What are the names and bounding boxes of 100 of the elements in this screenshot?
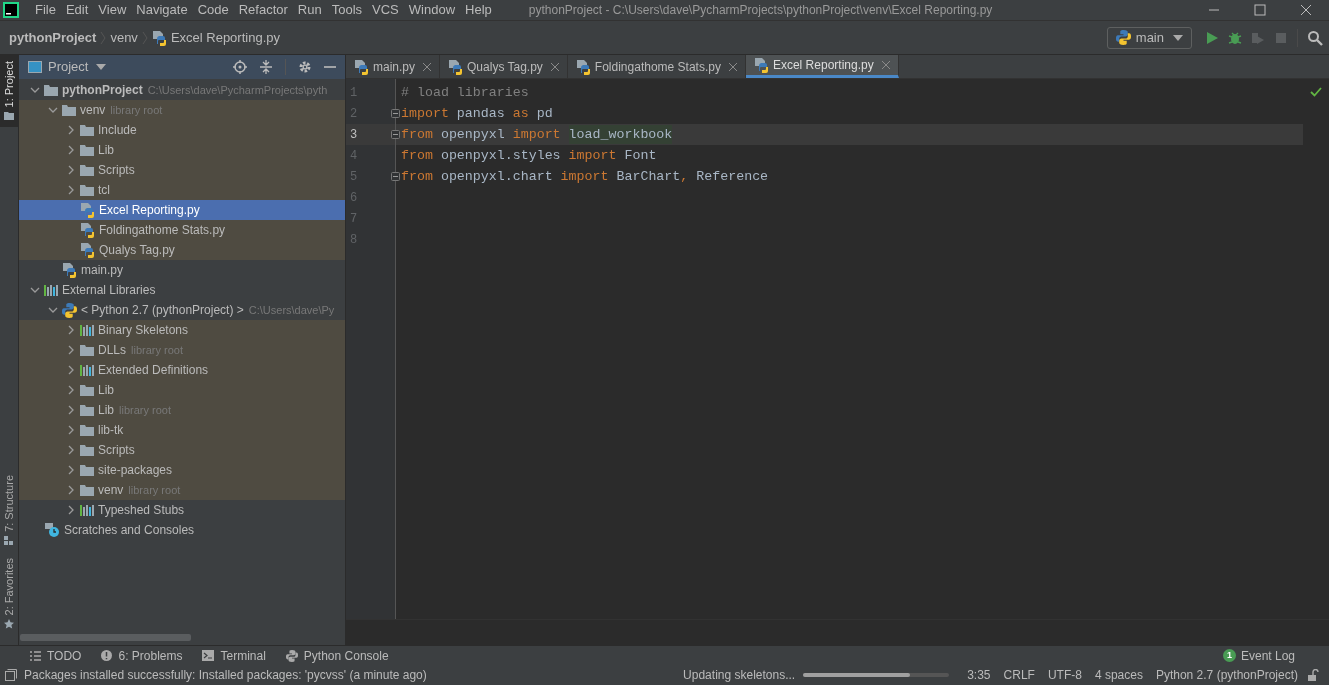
fold-icon[interactable] [391,130,400,139]
panel-title[interactable]: Project [48,57,89,77]
menu-item[interactable]: Help [460,0,497,20]
menu-item[interactable]: Code [192,0,234,20]
tree-item-label: Lib [98,402,114,419]
status-widget[interactable]: CRLF [1003,666,1035,684]
tree-item[interactable]: Foldingathome Stats.py [19,220,345,240]
close-icon[interactable] [423,62,432,71]
library-icon [80,364,94,376]
tree-item[interactable]: tcl [19,180,345,200]
run-configuration-dropdown[interactable]: main [1106,26,1192,49]
folder-icon [80,344,94,356]
tree-item[interactable]: Extended Definitions [19,360,345,380]
tool-window-tab[interactable]: Terminal [196,646,272,665]
breadcrumb[interactable]: Excel Reporting.py [170,27,280,48]
editor-tab[interactable]: Excel Reporting.py [745,55,899,78]
tool-window-button[interactable]: 1: Project [0,55,18,128]
menu-item[interactable]: Refactor [233,0,293,20]
status-widget[interactable]: UTF-8 [1047,666,1082,684]
folder-icon [80,184,94,196]
unlocked-icon[interactable] [1307,669,1319,681]
star-icon [4,619,14,629]
tree-item[interactable]: Scripts [19,160,345,180]
tool-window-tab[interactable]: 6: Problems [95,646,189,665]
dropdown-caret-icon[interactable] [96,64,107,70]
tree-item-label: < Python 2.7 (pythonProject) > [81,302,244,319]
fold-icon[interactable] [391,172,400,181]
tree-item[interactable]: Typeshed Stubs [19,500,345,520]
python-file-icon [62,262,77,278]
tree-item-label: Binary Skeletons [98,322,189,339]
event-log-button[interactable]: 1 Event Log [1222,646,1295,665]
status-widget[interactable]: 3:35 [967,666,991,684]
search-icon[interactable] [1307,29,1323,46]
chevron-down-icon[interactable] [30,86,40,94]
tool-window-tab[interactable]: TODO [24,646,88,665]
close-icon[interactable] [1300,4,1312,16]
tool-window-tab-label: Python Console [303,647,389,665]
library-icon [80,504,94,516]
run-icon[interactable] [1205,30,1219,45]
coverage-icon[interactable] [1251,30,1265,45]
tool-window-tab-label: TODO [47,647,82,665]
tree-item-label: lib-tk [98,422,124,439]
tree-item[interactable]: pythonProject C:\Users\dave\PycharmProjects\pyth [19,80,345,100]
locate-icon[interactable] [233,60,247,74]
notification-count-badge: 1 [1222,649,1236,662]
debug-bug-icon[interactable] [1228,30,1242,45]
folder-icon [80,124,94,136]
tree-item[interactable]: < Python 2.7 (pythonProject) > C:\Users\dave\Py [19,300,345,320]
tool-window-button[interactable]: 2: Favorites [0,551,18,635]
close-icon[interactable] [881,61,890,69]
editor-tab[interactable]: main.py [346,55,441,78]
project-window-icon [28,61,42,73]
breadcrumb[interactable]: venv [110,27,138,48]
tree-item[interactable]: Scripts [19,440,345,460]
tree-item[interactable]: Include [19,120,345,140]
tree-item[interactable]: main.py [19,260,345,280]
horizontal-scrollbar[interactable] [20,634,191,641]
editor-tab[interactable]: Foldingathome Stats.py [567,55,746,78]
tree-item[interactable]: Binary Skeletons [19,320,345,340]
tool-window-tab[interactable]: Python Console [279,646,395,665]
fold-icon[interactable] [391,109,400,118]
menu-item[interactable]: Tools [326,0,368,20]
folder-icon [4,111,14,122]
folder-icon [80,384,94,396]
close-icon[interactable] [728,62,737,71]
status-widget[interactable]: 4 spaces [1094,666,1143,684]
close-icon[interactable] [550,62,559,71]
tree-item[interactable]: Scratches and Consoles [19,520,345,540]
settings-icon[interactable] [298,60,312,74]
tool-window-button[interactable]: 7: Structure [0,468,18,552]
menu-item[interactable]: Window [403,0,461,20]
tree-item[interactable]: lib-tk [19,420,345,440]
stop-icon[interactable] [1274,30,1288,45]
python-file-icon [80,202,95,218]
tree-item[interactable]: Excel Reporting.py [19,200,345,220]
menu-item[interactable]: View [93,0,132,20]
chevron-down-icon[interactable] [48,306,58,314]
tree-item[interactable]: Qualys Tag.py [19,240,345,260]
menu-item[interactable]: File [30,0,61,20]
structure-icon [4,535,14,546]
maximize-icon[interactable] [1254,4,1266,16]
python-file-icon [151,29,167,46]
collapse-all-icon[interactable] [259,60,273,74]
chevron-down-icon[interactable] [48,106,58,114]
menu-item[interactable]: VCS [367,0,404,20]
menu-item[interactable]: Run [292,0,327,20]
tree-item-label: tcl [98,182,110,199]
tree-item[interactable]: site-packages [19,460,345,480]
editor-tab[interactable]: Qualys Tag.py [440,55,568,78]
tree-item[interactable]: Lib [19,380,345,400]
status-widget[interactable]: Python 2.7 (pythonProject) [1155,666,1298,684]
tool-windows-toggle-icon[interactable] [5,669,17,681]
tree-item-label: Scripts [98,442,135,459]
chevron-down-icon[interactable] [30,286,40,294]
line-number: 3 [349,126,358,144]
menu-item[interactable]: Edit [60,0,94,20]
tree-item[interactable]: External Libraries [19,280,345,300]
tree-item[interactable]: Lib [19,140,345,160]
breadcrumb[interactable]: pythonProject [9,27,97,48]
menu-item[interactable]: Navigate [131,0,193,20]
